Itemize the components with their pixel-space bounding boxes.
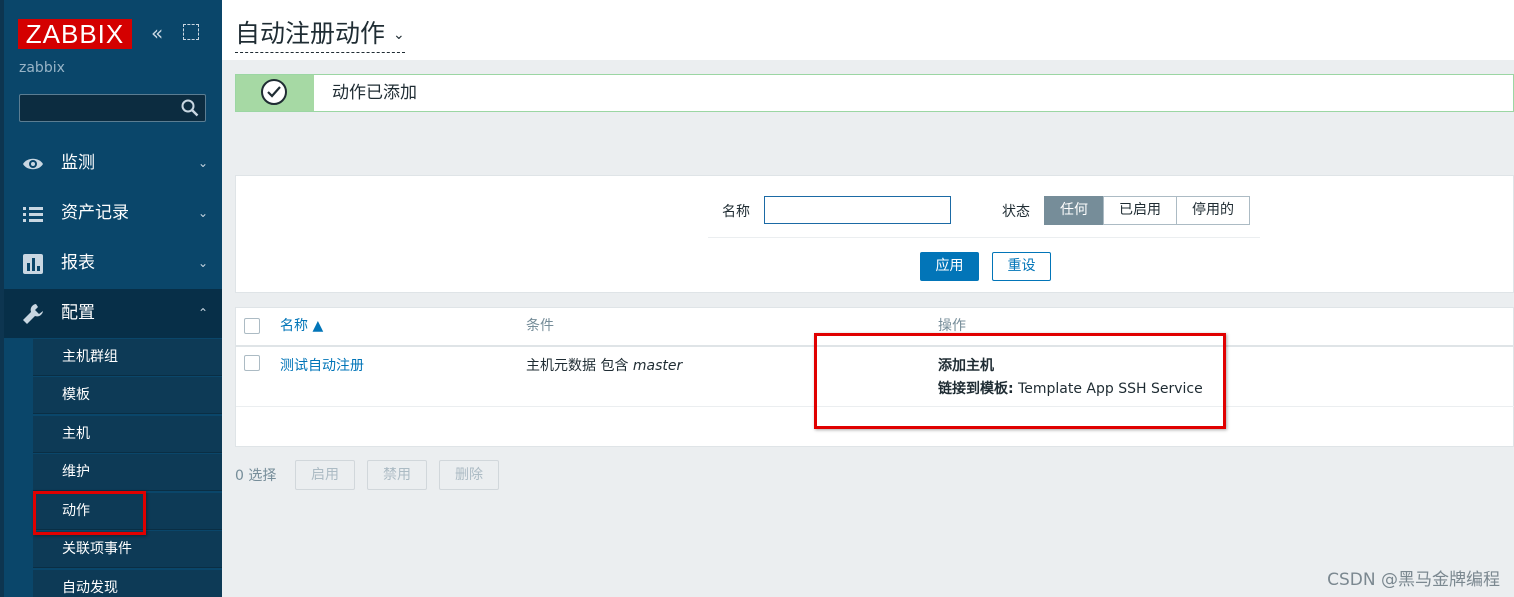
menu-configuration[interactable]: 配置 ⌃ xyxy=(4,289,222,338)
menu-reports[interactable]: 报表 ⌄ xyxy=(4,239,222,288)
chevron-up-icon: ⌃ xyxy=(197,306,208,320)
collapse-sidebar-icon[interactable]: « xyxy=(151,22,163,44)
select-all-checkbox[interactable] xyxy=(244,318,260,334)
chevron-down-icon: ⌄ xyxy=(197,206,208,220)
filter-name-label: 名称 xyxy=(722,204,750,220)
submenu-label: 关联项事件 xyxy=(62,541,132,557)
filter-panel: 名称 状态 任何 已启用 停用的 应用 重设 xyxy=(235,175,1514,293)
bar-chart-icon xyxy=(23,254,43,274)
submenu-templates[interactable]: 模板 xyxy=(33,377,222,414)
submenu-host-groups[interactable]: 主机群组 xyxy=(33,339,222,376)
reset-button[interactable]: 重设 xyxy=(992,252,1051,281)
watermark: CSDN @黑马金牌编程 xyxy=(1327,570,1500,590)
search-icon[interactable] xyxy=(181,99,199,117)
chevron-down-icon: ⌄ xyxy=(197,256,208,270)
header-bar: 自动注册动作 ⌄ xyxy=(222,0,1514,60)
row-checkbox[interactable] xyxy=(244,355,260,371)
status-disabled-option[interactable]: 停用的 xyxy=(1176,196,1250,225)
submenu-label: 主机群组 xyxy=(62,349,118,365)
submenu-hosts[interactable]: 主机 xyxy=(33,416,222,453)
filter-divider xyxy=(708,237,1260,238)
main-content: 自动注册动作 ⌄ 动作已添加 名称 状态 任何 已启用 停用的 应用 重设 名称 … xyxy=(222,0,1514,597)
submenu-event-correlation[interactable]: 关联项事件 xyxy=(33,531,222,568)
action-name-link[interactable]: 测试自动注册 xyxy=(280,355,364,375)
column-header-name[interactable]: 名称 ▲ xyxy=(280,308,323,345)
enable-button[interactable]: 启用 xyxy=(295,460,355,490)
eye-icon xyxy=(23,158,43,170)
filter-name-input[interactable] xyxy=(764,196,951,224)
menu-label: 报表 xyxy=(61,253,95,273)
menu-inventory[interactable]: 资产记录 ⌄ xyxy=(4,189,222,238)
status-enabled-option[interactable]: 已启用 xyxy=(1103,196,1177,225)
chevron-down-icon: ⌄ xyxy=(393,27,405,43)
list-icon xyxy=(23,207,43,222)
success-message: 动作已添加 xyxy=(235,74,1514,112)
kiosk-mode-icon[interactable] xyxy=(183,24,199,40)
menu-label: 资产记录 xyxy=(61,203,129,223)
selected-count: 0 选择 xyxy=(235,468,277,484)
submenu-label: 维护 xyxy=(62,464,90,480)
column-header-conditions: 条件 xyxy=(526,318,554,334)
condition-text: 主机元数据 包含 xyxy=(526,358,633,374)
chevron-down-icon: ⌄ xyxy=(197,156,208,170)
zabbix-logo[interactable]: ZABBIX xyxy=(18,19,132,49)
menu-monitoring[interactable]: 监测 ⌄ xyxy=(4,139,222,188)
action-condition: 主机元数据 包含 master xyxy=(526,355,682,375)
submenu-label: 模板 xyxy=(62,387,90,403)
submenu-label: 主机 xyxy=(62,426,90,442)
highlight-box-actions xyxy=(33,491,146,535)
condition-value: master xyxy=(632,358,683,374)
highlight-box-operations xyxy=(814,333,1226,429)
delete-button[interactable]: 删除 xyxy=(439,460,499,490)
server-name: zabbix xyxy=(19,60,65,76)
status-any-option[interactable]: 任何 xyxy=(1044,196,1104,225)
page-title-dropdown[interactable]: 自动注册动作 ⌄ xyxy=(235,14,405,53)
menu-label: 监测 xyxy=(61,153,95,173)
submenu-discovery[interactable]: 自动发现 xyxy=(33,570,222,597)
page-title: 自动注册动作 xyxy=(235,19,386,48)
apply-button[interactable]: 应用 xyxy=(920,252,979,281)
success-message-text: 动作已添加 xyxy=(332,83,417,103)
submenu-label: 自动发现 xyxy=(62,580,118,596)
filter-status-label: 状态 xyxy=(1002,204,1030,220)
submenu-maintenance[interactable]: 维护 xyxy=(33,454,222,491)
sidebar-search-input[interactable] xyxy=(19,94,206,122)
check-circle-icon xyxy=(261,79,287,105)
wrench-icon xyxy=(23,304,43,324)
disable-button[interactable]: 禁用 xyxy=(367,460,427,490)
menu-label: 配置 xyxy=(61,303,95,323)
